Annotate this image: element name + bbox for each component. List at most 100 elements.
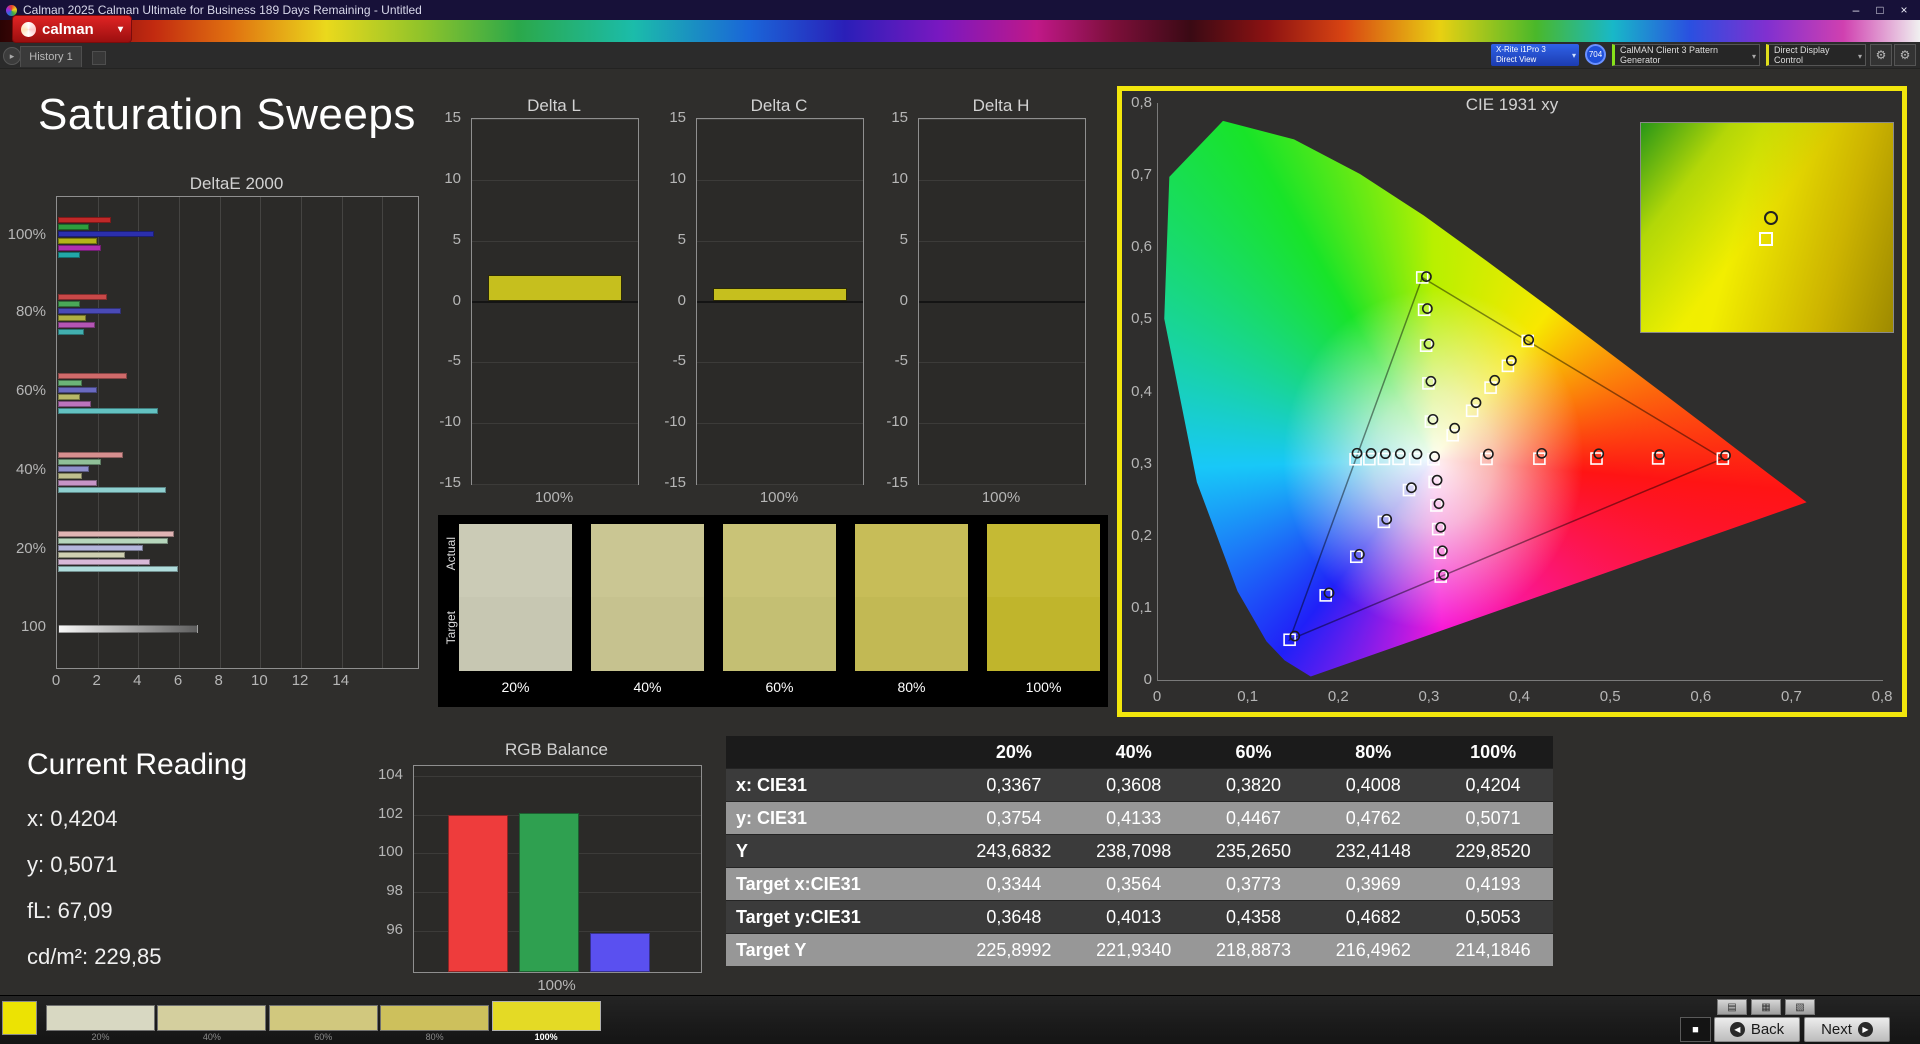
table-header-cell: 80%: [1313, 742, 1433, 763]
cie-measured-point: [1484, 449, 1493, 458]
deltae-bar: [58, 245, 101, 251]
delta-ytick: -5: [650, 352, 686, 370]
delta-gridline: [697, 484, 863, 485]
capture-button[interactable]: ▤: [1717, 999, 1747, 1015]
meter-name: X-Rite i1Pro 3: [1496, 45, 1579, 55]
table-row: Target x:CIE310,33440,35640,37730,39690,…: [726, 867, 1553, 900]
swatch-level-label: 40%: [591, 679, 704, 695]
deltae-xtick: 10: [244, 672, 274, 690]
deltae-bar: [58, 315, 86, 321]
swatch-actual: [855, 524, 968, 597]
cie-measured-point: [1423, 304, 1432, 313]
cie-measured-point: [1471, 398, 1480, 407]
delta-ytick: 0: [872, 292, 908, 310]
tab-overflow-button[interactable]: [92, 51, 106, 65]
cie-chart-panel[interactable]: CIE 1931 xy 00,10,20,30,40,50,60,70,800,…: [1117, 86, 1907, 717]
stop-button[interactable]: ■: [1680, 1017, 1711, 1042]
deltae-ytick: 20%: [4, 540, 46, 558]
tab-history-1[interactable]: History 1: [20, 46, 82, 67]
table-cell: 218,8873: [1194, 940, 1314, 961]
workflow-gear-button[interactable]: ⚙: [1894, 44, 1916, 66]
rgb-balance-ticks: 1041021009896: [367, 765, 409, 971]
meter-mode: Direct View: [1496, 55, 1579, 65]
save-button[interactable]: ▧: [1785, 999, 1815, 1015]
delta-ytick: 10: [425, 170, 461, 188]
tab-history-1-label: History 1: [29, 51, 72, 63]
deltae-bar: [58, 308, 121, 314]
deltae-ytick: 100%: [4, 226, 46, 244]
deltae-bar: [58, 373, 127, 379]
meter-select-button[interactable]: X-Rite i1Pro 3 Direct View ▾: [1491, 44, 1579, 66]
table-cell: 232,4148: [1313, 841, 1433, 862]
table-cell: 0,4008: [1313, 775, 1433, 796]
swatch-actual: [987, 524, 1100, 597]
cie-measured-point: [1355, 550, 1364, 559]
table-cell: 214,1846: [1433, 940, 1553, 961]
rgb-ytick: 100: [367, 843, 403, 861]
deltae-bar: [58, 322, 95, 328]
pattern-tile-100%[interactable]: [492, 1001, 601, 1031]
deltae-bar: [58, 552, 125, 558]
delta-c-xlabel: 100%: [696, 489, 862, 507]
deltae-xtick: 6: [163, 672, 193, 690]
close-button[interactable]: ×: [1892, 0, 1916, 20]
swatch-actual: [591, 524, 704, 597]
cie-measured-point: [1424, 339, 1433, 348]
back-button[interactable]: ◀ Back: [1714, 1017, 1800, 1042]
deltae-xtick: 8: [204, 672, 234, 690]
cie-measured-point: [1438, 546, 1447, 555]
deltae-plot[interactable]: [56, 196, 419, 669]
rgb-balance-plot[interactable]: [413, 765, 702, 973]
delta-c-plot[interactable]: [696, 118, 864, 485]
calman-menu-button[interactable]: calman ▾: [12, 15, 132, 43]
delta-c-bar: [713, 288, 847, 301]
delta-h-ticks: 151050-5-10-15: [872, 118, 914, 483]
cie-measured-point: [1436, 523, 1445, 532]
maximize-button[interactable]: □: [1868, 0, 1892, 20]
cie-measured-point: [1396, 449, 1405, 458]
meter-status-badge[interactable]: 704: [1585, 44, 1606, 65]
deltae-xtick: 14: [326, 672, 356, 690]
swatch-actual: [459, 524, 572, 597]
delta-gridline: [919, 362, 1085, 363]
report-button[interactable]: ▦: [1751, 999, 1781, 1015]
cie-ytick: 0: [1122, 671, 1152, 689]
current-reading-x: x: 0,4204: [27, 806, 118, 832]
delta-gridline: [472, 180, 638, 181]
deltae-bar: [58, 559, 150, 565]
deltae-gridline: [98, 197, 99, 668]
delta-l-plot[interactable]: [471, 118, 639, 485]
delta-gridline: [697, 241, 863, 242]
back-arrow-icon: ◀: [1730, 1022, 1745, 1037]
delta-gridline: [919, 180, 1085, 181]
pattern-tile-20%[interactable]: [46, 1005, 155, 1031]
next-button[interactable]: Next ▶: [1804, 1017, 1890, 1042]
rgb-ytick: 96: [367, 921, 403, 939]
table-row-label: x: CIE31: [726, 775, 954, 796]
swatch-actual: [723, 524, 836, 597]
pattern-tile-80%[interactable]: [380, 1005, 489, 1031]
delta-zero-line: [919, 301, 1085, 303]
delta-gridline: [919, 484, 1085, 485]
display-control-button[interactable]: Direct Display Control ▾: [1766, 44, 1866, 66]
cie-measured-point: [1524, 335, 1533, 344]
delta-h-plot[interactable]: [918, 118, 1086, 485]
cie-measured-point: [1428, 415, 1437, 424]
pattern-generator-button[interactable]: CalMAN Client 3 Pattern Generator ▾: [1612, 44, 1760, 66]
swatch-level-label: 60%: [723, 679, 836, 695]
deltae-bar: [58, 566, 178, 572]
cie-measured-point: [1412, 449, 1421, 458]
minimize-button[interactable]: –: [1844, 0, 1868, 20]
tab-nav-button[interactable]: ▸: [3, 47, 21, 65]
swatch-row-label-actual: Actual: [444, 537, 458, 570]
settings-gear-button[interactable]: ⚙: [1870, 44, 1892, 66]
deltae-xtick: 4: [122, 672, 152, 690]
deltae-chart-title: DeltaE 2000: [56, 174, 417, 194]
table-row-label: Y: [726, 841, 954, 862]
pattern-tile-60%[interactable]: [269, 1005, 378, 1031]
pattern-tile-40%[interactable]: [157, 1005, 266, 1031]
cie-xtick: 0,7: [1771, 688, 1811, 706]
table-header-cell: 40%: [1074, 742, 1194, 763]
table-cell: 0,3608: [1074, 775, 1194, 796]
swatch-comparison-panel[interactable]: Actual Target 20%40%60%80%100%: [438, 515, 1108, 707]
